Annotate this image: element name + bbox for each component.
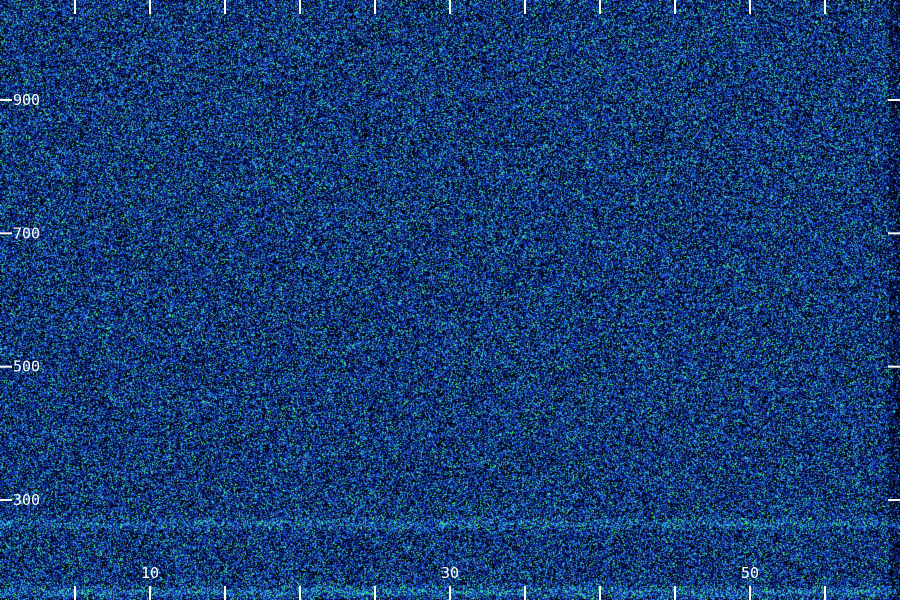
y-tick-label: 900 (13, 91, 40, 109)
y-tick-label: 500 (13, 358, 40, 376)
x-tick-label: 30 (441, 564, 459, 582)
axis-overlay: 10 30 50 300 500 700 900 (0, 0, 900, 600)
x-tick-label: 10 (141, 564, 159, 582)
x-tick-label: 50 (741, 564, 759, 582)
y-tick-label: 300 (13, 491, 40, 509)
y-tick-label: 700 (13, 224, 40, 242)
spectrogram-view: 10 30 50 300 500 700 900 (0, 0, 900, 600)
